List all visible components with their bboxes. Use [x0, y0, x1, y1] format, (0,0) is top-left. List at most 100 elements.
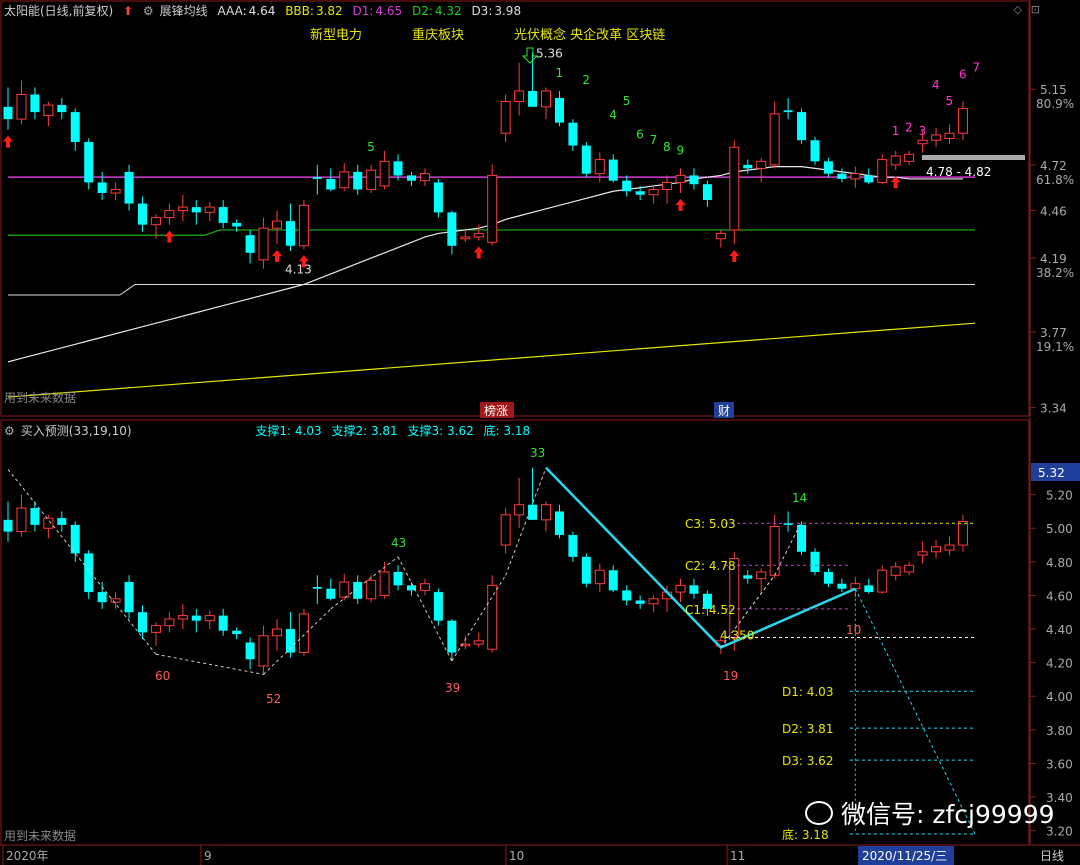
- candle-body: [877, 159, 888, 183]
- upper-candle: [204, 201, 215, 222]
- lower-candle: [487, 575, 498, 653]
- candle-body: [285, 629, 295, 653]
- sequence-number: 7: [650, 133, 658, 147]
- upper-candle: [285, 203, 295, 252]
- candle-body: [890, 566, 901, 576]
- sequence-number: 7: [972, 61, 980, 75]
- wave-number-n60: 60: [155, 669, 170, 683]
- upper-candle: [944, 124, 955, 144]
- candle-body: [97, 182, 107, 194]
- wave-segment: [397, 556, 453, 662]
- candle-body: [57, 518, 67, 525]
- upper-frame: [0, 0, 1030, 417]
- candle-body: [191, 207, 201, 213]
- sequence-number: 4: [932, 78, 940, 92]
- candle-body: [245, 642, 255, 660]
- lower-candle: [689, 578, 699, 599]
- upper-candle: [487, 164, 498, 246]
- lower-candle: [554, 504, 564, 539]
- candle-body: [30, 94, 40, 113]
- buy-arrow-icon: [272, 250, 282, 263]
- sequence-number: 6: [959, 68, 967, 82]
- upper-candle: [904, 150, 915, 165]
- candle-body: [743, 575, 753, 579]
- candle-body: [30, 508, 40, 525]
- high-label: 5.36: [536, 46, 563, 60]
- upper-axis-label: 5.15: [1040, 83, 1067, 97]
- upper-candle: [715, 229, 726, 248]
- wave-number-n43: 43: [391, 536, 406, 550]
- wave-segment: [7, 469, 157, 655]
- lower-candle: [500, 508, 511, 554]
- candle-body: [662, 181, 673, 190]
- candle-body: [957, 108, 968, 134]
- candle-body: [797, 524, 807, 552]
- candle-body: [729, 146, 740, 231]
- candle-body: [675, 584, 686, 593]
- upper-candle: [729, 140, 740, 245]
- lower-candle: [258, 625, 269, 675]
- lower-candle: [904, 561, 915, 576]
- wechat-watermark: 微信号: zfcj99999: [805, 795, 1055, 831]
- upper-candle: [568, 119, 578, 151]
- candle-body: [917, 139, 928, 145]
- candle-body: [837, 173, 847, 179]
- candle-body: [528, 90, 538, 107]
- upper-candle: [366, 164, 377, 194]
- lower-candle: [285, 612, 295, 658]
- candle-body: [43, 104, 54, 117]
- upper-candle: [30, 87, 40, 120]
- candle-body: [272, 628, 282, 637]
- lower-axis-label: 3.60: [1046, 757, 1073, 771]
- candle-body: [285, 221, 295, 246]
- candle-body: [43, 517, 54, 529]
- lower-candle: [931, 540, 942, 559]
- upper-candle: [662, 175, 673, 204]
- candle-body: [204, 615, 215, 622]
- upper-candle: [16, 80, 27, 125]
- level-yellow: [7, 322, 976, 398]
- label-d1: D1: 4.03: [782, 685, 833, 699]
- level-green-step: [204, 229, 221, 236]
- lower-candle: [177, 603, 188, 630]
- chart-canvas[interactable]: 12456 78 951 2 345675.364.134.78 - 4.82用到未来数…: [0, 0, 1080, 865]
- candle-body: [568, 534, 578, 557]
- x-axis-label: 9: [204, 849, 212, 863]
- candle-body: [890, 155, 901, 166]
- upper-axis-label: 3.77: [1040, 326, 1067, 340]
- upper-candle: [57, 98, 67, 120]
- buy-arrow-icon: [473, 246, 484, 259]
- candle-body: [150, 625, 161, 633]
- candle-body: [810, 140, 820, 162]
- candle-body: [864, 175, 874, 183]
- candle-body: [931, 134, 942, 141]
- candle-body: [447, 620, 457, 653]
- lower-candle: [823, 568, 833, 588]
- candle-body: [84, 141, 94, 183]
- upper-candle: [648, 185, 659, 204]
- candle-body: [743, 164, 753, 169]
- sequence-number: 5: [623, 94, 631, 108]
- candle-body: [110, 188, 121, 194]
- upper-candle: [138, 196, 147, 232]
- lower-candle: [864, 578, 874, 594]
- lower-candle: [594, 563, 605, 593]
- candle-body: [622, 590, 632, 601]
- candle-body: [514, 504, 525, 516]
- candle-body: [594, 159, 605, 175]
- lower-candle: [164, 612, 175, 633]
- candle-body: [783, 110, 793, 113]
- candle-body: [608, 159, 618, 181]
- upper-candle: [70, 108, 80, 151]
- candle-body: [124, 171, 134, 204]
- lower-candle: [150, 622, 161, 646]
- candle-body: [500, 514, 511, 546]
- candle-body: [487, 174, 498, 243]
- candle-body: [232, 222, 242, 227]
- wave-segment: [505, 467, 547, 576]
- x-axis-label: 10: [509, 849, 524, 863]
- candle-body: [944, 132, 955, 139]
- candle-body: [864, 585, 874, 593]
- candle-body: [164, 210, 175, 219]
- upper-axis-label: 3.34: [1040, 402, 1067, 416]
